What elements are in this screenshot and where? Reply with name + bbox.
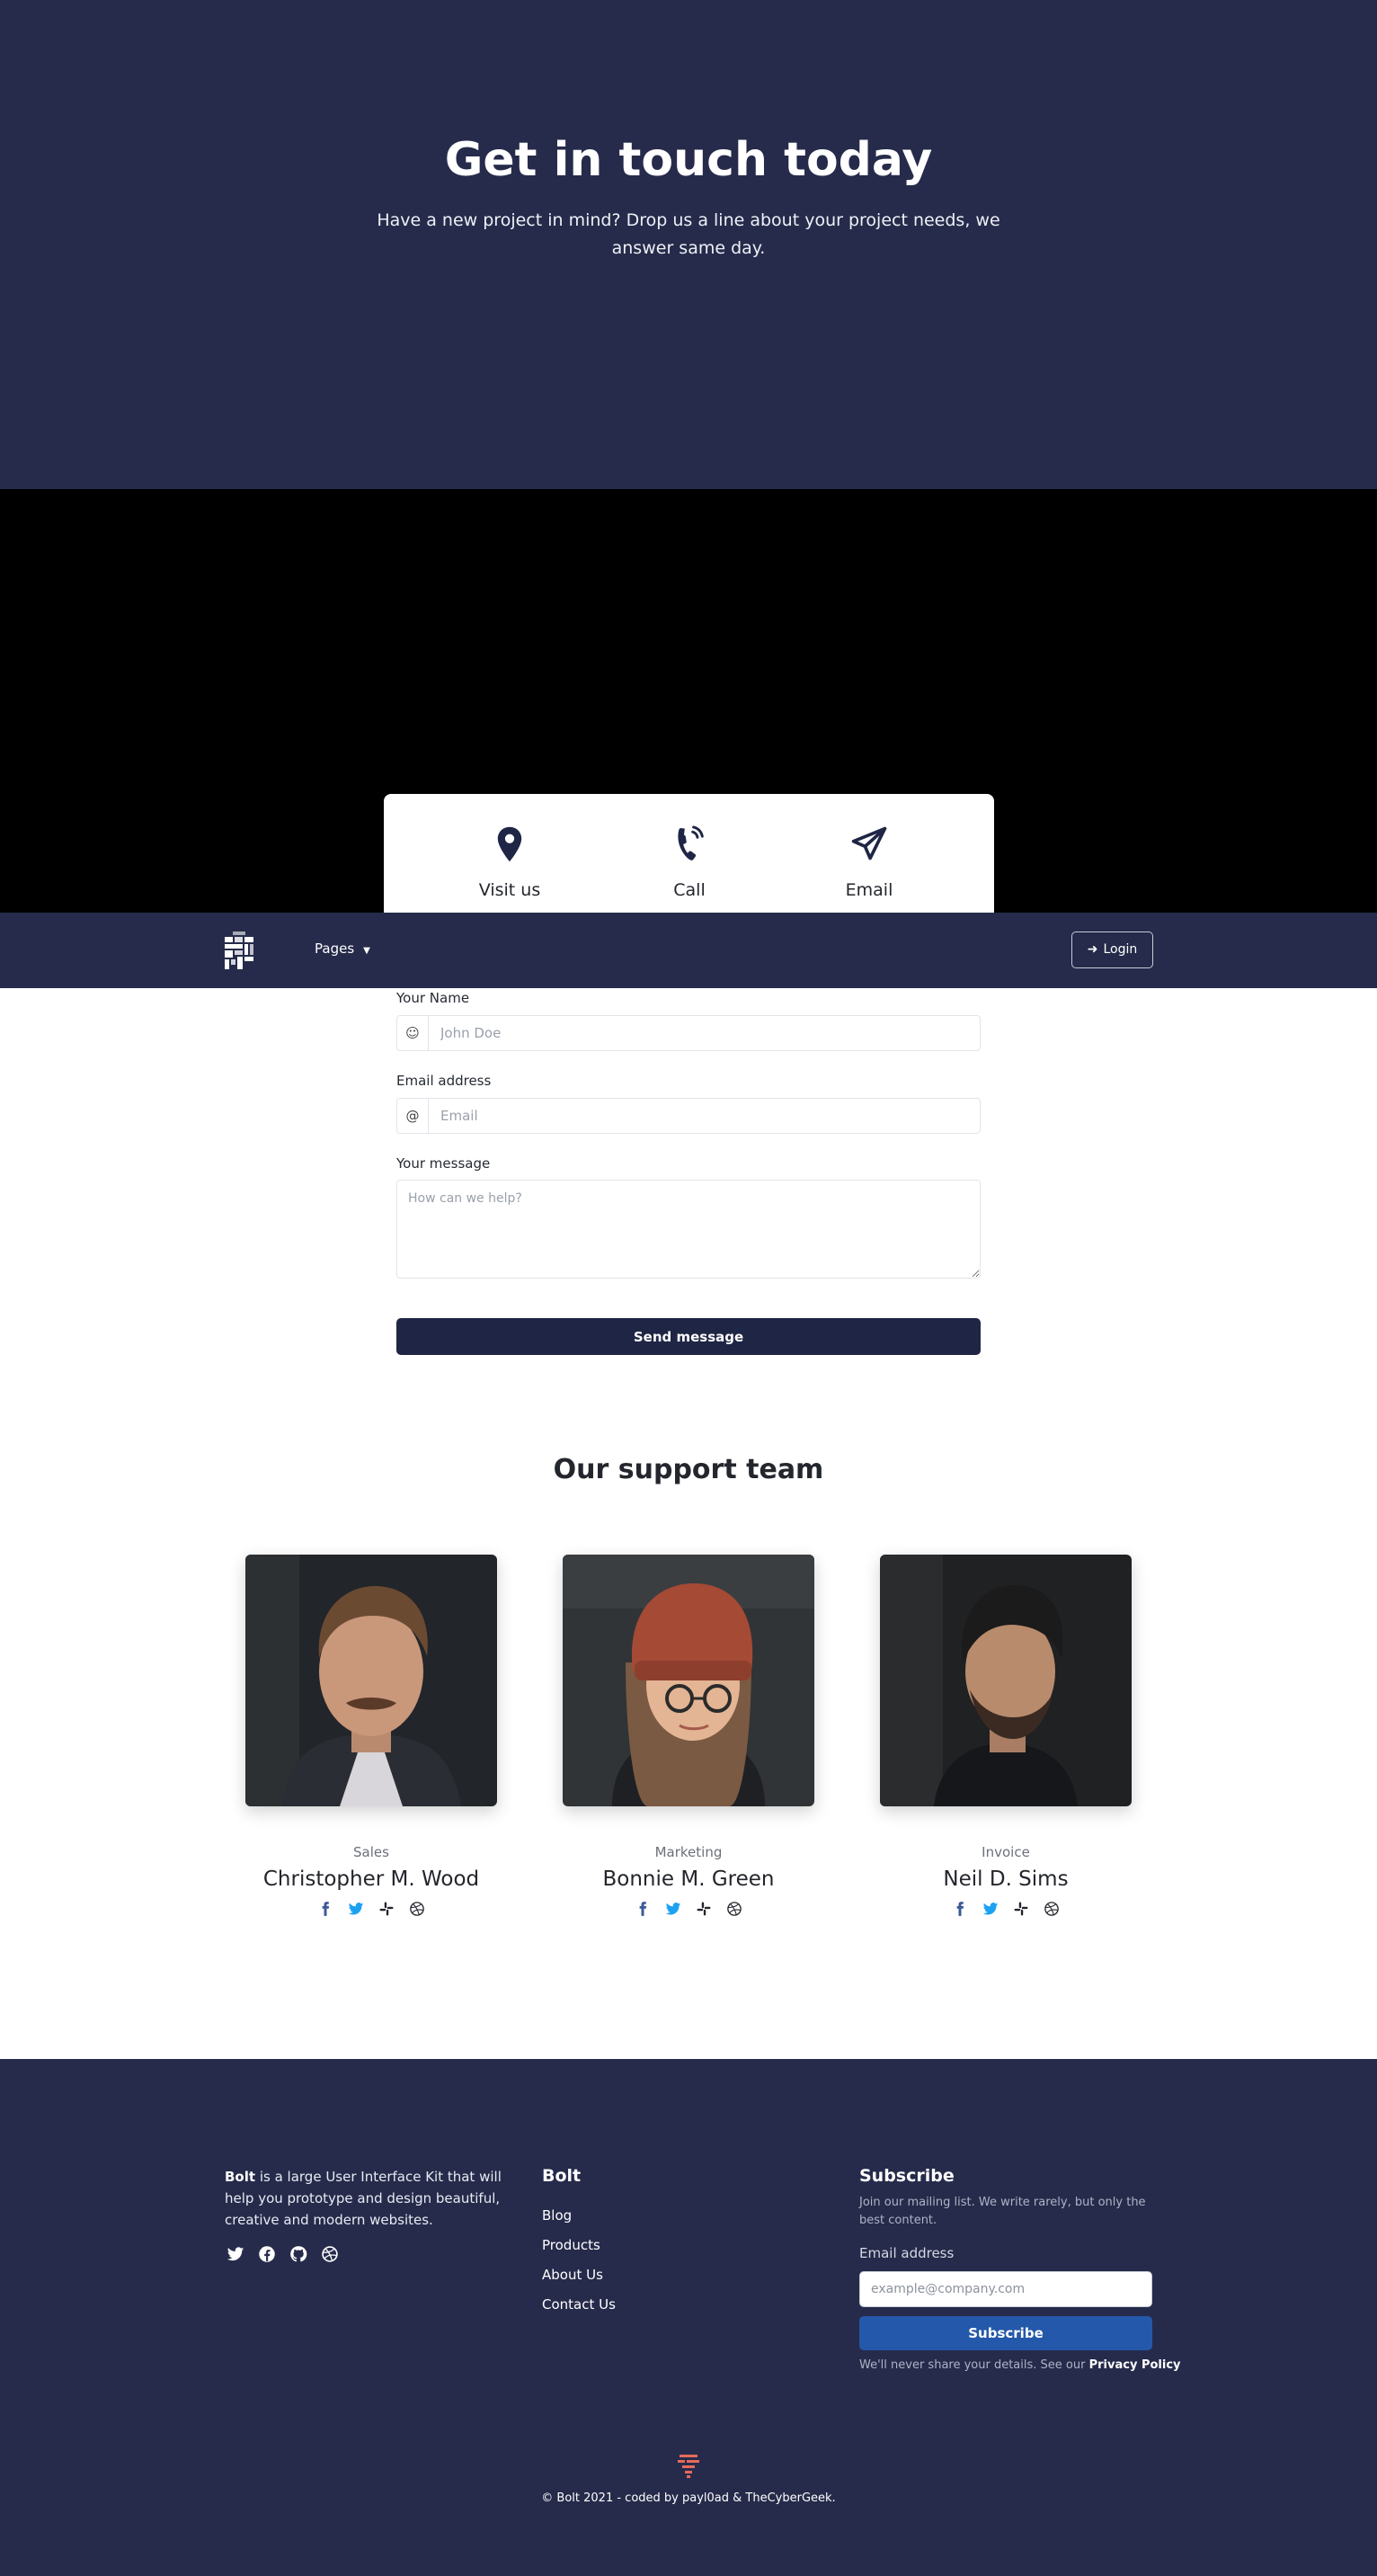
footer-social-links	[227, 2245, 339, 2263]
email-field: @	[396, 1098, 981, 1134]
dribbble-icon[interactable]	[725, 1900, 743, 1918]
twitter-icon[interactable]	[982, 1900, 999, 1918]
name-input[interactable]	[440, 1016, 971, 1050]
twitter-icon[interactable]	[227, 2245, 244, 2263]
login-button[interactable]: ➜ Login	[1071, 931, 1153, 968]
footer-link-contact[interactable]: Contact Us	[542, 2290, 616, 2320]
phone-ringing-icon	[678, 825, 704, 860]
email-input[interactable]	[440, 1099, 971, 1133]
nav-pages-dropdown[interactable]: Pages ▼	[315, 940, 370, 957]
footer-about-rest: is a large User Interface Kit that will …	[225, 2169, 502, 2228]
footer-links-title: Bolt	[542, 2166, 582, 2186]
login-label: Login	[1103, 942, 1138, 957]
member-photo-image	[563, 1555, 814, 1806]
nav-pages-label: Pages	[315, 940, 355, 957]
hero-section: Get in touch today Have a new project in…	[0, 0, 1377, 489]
member-photo-image	[880, 1555, 1132, 1806]
member-name: Christopher M. Wood	[262, 1867, 480, 1891]
member-socials	[245, 1900, 497, 1918]
contact-option-label: Email	[845, 880, 893, 900]
member-socials	[563, 1900, 814, 1918]
dribbble-icon[interactable]	[321, 2245, 339, 2263]
footer-subscribe-title: Subscribe	[859, 2166, 955, 2186]
member-role: Sales	[353, 1844, 389, 1860]
send-message-button[interactable]: Send message	[396, 1318, 981, 1355]
member-photo	[245, 1555, 497, 1806]
dribbble-icon[interactable]	[1043, 1900, 1061, 1918]
team-member-card: Invoice Neil D. Sims	[880, 1555, 1132, 1918]
twitter-icon[interactable]	[347, 1900, 365, 1918]
footer-email-label: Email address	[859, 2245, 955, 2261]
slack-icon[interactable]	[695, 1900, 713, 1918]
email-field-label: Email address	[396, 1073, 492, 1089]
contact-option-visit[interactable]: Visit us	[420, 824, 600, 900]
hero-title: Get in touch today	[444, 133, 933, 187]
slack-icon[interactable]	[378, 1900, 395, 1918]
hero-subtitle: Have a new project in mind? Drop us a li…	[377, 210, 1000, 258]
paper-plane-icon	[851, 826, 887, 860]
member-photo	[563, 1555, 814, 1806]
facebook-icon[interactable]	[258, 2245, 276, 2263]
facebook-icon[interactable]	[634, 1900, 652, 1918]
privacy-policy-link[interactable]: Privacy Policy	[1089, 2358, 1181, 2372]
member-role: Marketing	[654, 1844, 723, 1860]
contact-option-label: Visit us	[478, 880, 541, 900]
member-name: Neil D. Sims	[943, 1867, 1069, 1891]
footer-link-blog[interactable]: Blog	[542, 2201, 616, 2231]
name-field: ☺	[396, 1015, 981, 1051]
member-role: Invoice	[982, 1844, 1030, 1860]
map-pin-icon	[497, 826, 522, 862]
brand-logo-icon[interactable]	[225, 931, 253, 969]
team-section-title: Our support team	[553, 1454, 824, 1485]
slack-icon[interactable]	[1012, 1900, 1030, 1918]
message-field-label: Your message	[396, 1155, 491, 1172]
footer-privacy-note: We'll never share your details. See our …	[859, 2358, 1181, 2372]
footer-email-input[interactable]	[859, 2271, 1152, 2307]
dribbble-icon[interactable]	[408, 1900, 426, 1918]
contact-option-call[interactable]: Call	[600, 824, 779, 900]
footer-subscribe-text: Join our mailing list. We write rarely, …	[859, 2196, 1146, 2227]
twitter-icon[interactable]	[664, 1900, 682, 1918]
contact-options-card: Visit us Call Email	[384, 794, 994, 913]
chevron-down-icon: ▼	[363, 946, 370, 956]
sign-in-icon: ➜	[1087, 942, 1098, 957]
footer-about-text: Bolt is a large User Interface Kit that …	[225, 2166, 512, 2231]
member-photo-image	[245, 1555, 497, 1806]
facebook-icon[interactable]	[951, 1900, 969, 1918]
footer-copyright: © Bolt 2021 - coded by payl0ad & TheCybe…	[541, 2491, 836, 2505]
message-textarea[interactable]	[396, 1180, 981, 1279]
subscribe-button[interactable]: Subscribe	[859, 2316, 1152, 2350]
navbar	[0, 913, 1377, 988]
facebook-icon[interactable]	[316, 1900, 334, 1918]
footer-brand: Bolt	[225, 2169, 256, 2185]
team-member-card: Marketing Bonnie M. Green	[563, 1555, 814, 1918]
github-icon[interactable]	[289, 2245, 307, 2263]
user-icon: ☺	[397, 1016, 429, 1050]
name-field-label: Your Name	[396, 990, 470, 1006]
footer-link-products[interactable]: Products	[542, 2231, 616, 2260]
contact-option-label: Call	[673, 880, 706, 900]
team-member-card: Sales Christopher M. Wood	[245, 1555, 497, 1918]
footer-logo-icon[interactable]	[676, 2453, 701, 2478]
member-socials	[880, 1900, 1132, 1918]
privacy-note-text: We'll never share your details. See our	[859, 2358, 1089, 2372]
footer-link-about[interactable]: About Us	[542, 2260, 616, 2290]
member-name: Bonnie M. Green	[602, 1867, 775, 1891]
at-sign-icon: @	[397, 1099, 429, 1133]
footer-links: Blog Products About Us Contact Us	[542, 2201, 616, 2320]
contact-option-email[interactable]: Email	[779, 824, 959, 900]
member-photo	[880, 1555, 1132, 1806]
